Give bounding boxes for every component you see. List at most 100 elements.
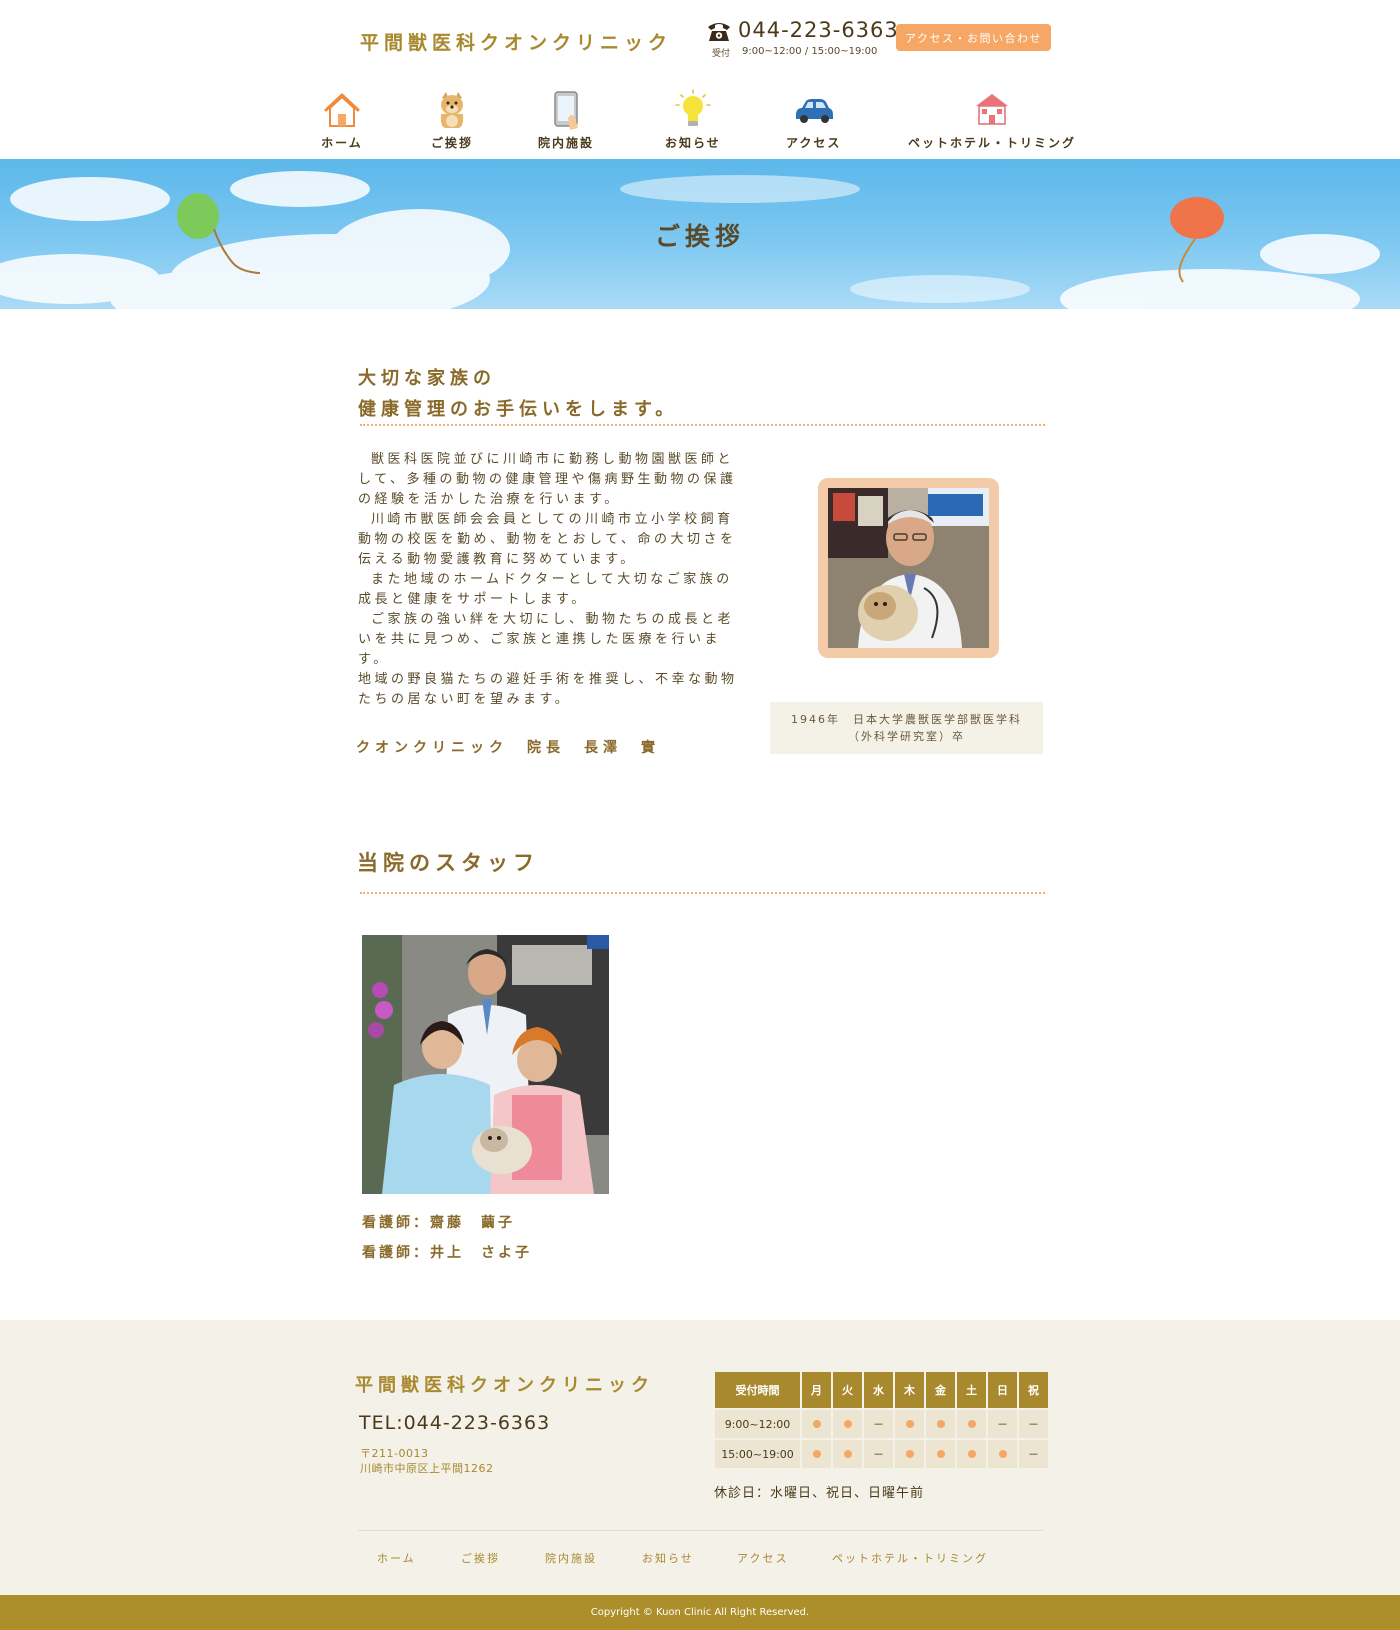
dog-icon [440, 92, 464, 128]
footer-logo[interactable]: 平間獣医科クオンクリニック [355, 1371, 654, 1397]
open-dot-cell [895, 1410, 924, 1438]
greeting-paragraph: ご家族の強い絆を大切にし、動物たちの成長と老いを共に見つめ、ご家族と連携した医療… [358, 612, 735, 667]
site-header: 平間獣医科クオンクリニック 044-223-6363 受付 9:00~12:00… [0, 0, 1400, 160]
copyright-text: Copyright © Kuon Clinic All Right Reserv… [590, 1607, 810, 1618]
open-dot-cell [926, 1440, 955, 1468]
day-header: 月 [802, 1372, 831, 1408]
nav-label: ホーム [321, 136, 363, 150]
footer-nav-pet-hotel[interactable]: ペットホテル・トリミング [832, 1550, 988, 1566]
director-signature: クオンクリニック 院長 長澤 實 [356, 740, 660, 756]
staff-group-photo [362, 935, 609, 1194]
day-header: 祝 [1019, 1372, 1048, 1408]
greeting-heading-line2: 健康管理のお手伝いをします。 [358, 399, 679, 420]
open-dot-icon [998, 1449, 1007, 1458]
footer-zip: 〒211-0013 [360, 1447, 429, 1460]
career-line: 1946年 日本大学農獣医学部獣医学科 [791, 713, 1022, 726]
director-photo-frame [818, 478, 999, 658]
nav-label: ペットホテル・トリミング [908, 136, 1077, 150]
site-logo[interactable]: 平間獣医科クオンクリニック [360, 28, 672, 55]
copyright-bar: Copyright © Kuon Clinic All Right Reserv… [0, 1595, 1400, 1630]
main-nav: ホーム ご挨拶 院内施設 お知らせ アクセス ペットホテル・トリミング [0, 88, 1400, 158]
closed-cell: － [864, 1410, 893, 1438]
open-dot-cell [988, 1440, 1017, 1468]
footer-nav-facilities[interactable]: 院内施設 [545, 1550, 597, 1566]
open-dot-cell [957, 1440, 986, 1468]
car-icon [795, 99, 833, 123]
open-dot-icon [812, 1449, 821, 1458]
header-phone-number[interactable]: 044-223-6363 [738, 18, 899, 42]
footer-nav-greeting[interactable]: ご挨拶 [461, 1550, 500, 1566]
nav-label: お知らせ [665, 136, 721, 150]
day-header: 木 [895, 1372, 924, 1408]
open-dot-icon [936, 1449, 945, 1458]
footer-nav-news[interactable]: お知らせ [642, 1550, 694, 1566]
open-dot-icon [967, 1419, 976, 1428]
open-dot-icon [936, 1419, 945, 1428]
hours-header-time: 受付時間 [715, 1372, 800, 1408]
closed-cell: － [988, 1410, 1017, 1438]
hours-row-time: 9:00~12:00 [715, 1410, 800, 1438]
hours-row-time: 15:00~19:00 [715, 1440, 800, 1468]
footer-nav-home[interactable]: ホーム [377, 1550, 416, 1566]
greeting-heading: 大切な家族の 健康管理のお手伝いをします。 [358, 363, 678, 425]
staff-heading: 当院のスタッフ [357, 851, 539, 875]
hours-row: 15:00~19:00 － － [715, 1440, 1048, 1468]
greeting-paragraph: 地域の野良猫たちの避妊手術を推奨し、不幸な動物たちの居ない町を望みます。 [358, 672, 738, 707]
footer-nav-access[interactable]: アクセス [737, 1550, 788, 1566]
open-dot-icon [812, 1419, 821, 1428]
greeting-paragraph: また地域のホームドクターとして大切なご家族の成長と健康をサポートします。 [358, 572, 733, 607]
closed-days-note: 休診日：水曜日、祝日、日曜午前 [714, 1486, 925, 1501]
closed-cell: － [1019, 1440, 1048, 1468]
nav-item-greeting[interactable]: ご挨拶 [430, 88, 474, 151]
hours-row: 9:00~12:00 －－－ [715, 1410, 1048, 1438]
open-dot-cell [833, 1440, 862, 1468]
staff-member: 看護師：齋藤 繭子 [362, 1215, 515, 1231]
nav-item-home[interactable]: ホーム [320, 88, 364, 151]
open-dot-cell [895, 1440, 924, 1468]
day-header: 日 [988, 1372, 1017, 1408]
career-line: （外科学研究室）卒 [848, 730, 965, 743]
open-dot-cell [926, 1410, 955, 1438]
greeting-heading-line1: 大切な家族の [358, 368, 496, 389]
footer-address: 川崎市中原区上平間1262 [360, 1462, 494, 1475]
footer-divider [358, 1530, 1043, 1531]
day-header: 土 [957, 1372, 986, 1408]
nav-item-pet-hotel[interactable]: ペットホテル・トリミング [908, 88, 1076, 151]
tablet-icon [554, 91, 578, 130]
reception-hours-table: 受付時間 月 火 水 木 金 土 日 祝 9:00~12:00 －－－ 15:00~… [713, 1370, 1050, 1470]
staff-member: 看護師：井上 さよ子 [362, 1245, 532, 1261]
page-title: ご挨拶 [654, 222, 745, 251]
day-header: 水 [864, 1372, 893, 1408]
house-icon [324, 93, 360, 127]
staff-divider [360, 892, 1045, 894]
day-header: 金 [926, 1372, 955, 1408]
greeting-paragraph: 獣医科医院並びに川崎市に勤務し動物園獣医師として、多種の動物の健康管理や傷病野生… [358, 452, 737, 507]
hours-table-header: 受付時間 月 火 水 木 金 土 日 祝 [715, 1372, 1048, 1408]
nav-label: 院内施設 [538, 136, 595, 150]
open-dot-cell [957, 1410, 986, 1438]
open-dot-cell [802, 1410, 831, 1438]
closed-cell: － [1019, 1410, 1048, 1438]
open-dot-icon [967, 1449, 976, 1458]
page-banner: ご挨拶 [0, 159, 1400, 309]
heading-divider [360, 424, 1045, 426]
nav-item-news[interactable]: お知らせ [665, 88, 721, 151]
director-career: 1946年 日本大学農獣医学部獣医学科 （外科学研究室）卒 [770, 702, 1043, 754]
day-header: 火 [833, 1372, 862, 1408]
greeting-body: 獣医科医院並びに川崎市に勤務し動物園獣医師として、多種の動物の健康管理や傷病野生… [358, 450, 743, 710]
greeting-paragraph: 川崎市獣医師会会員としての川崎市立小学校飼育動物の校医を勤め、動物をとおして、命… [358, 512, 737, 567]
open-dot-icon [843, 1449, 852, 1458]
nav-item-access[interactable]: アクセス [786, 88, 841, 151]
director-photo [828, 488, 989, 648]
site-footer: 平間獣医科クオンクリニック TEL:044-223-6363 〒211-0013… [0, 1320, 1400, 1595]
closed-cell: － [864, 1440, 893, 1468]
access-contact-button[interactable]: アクセス・お問い合わせ [896, 24, 1051, 51]
open-dot-icon [843, 1419, 852, 1428]
open-dot-icon [905, 1449, 914, 1458]
hours-label: 受付 [712, 49, 731, 59]
pet-hotel-icon [976, 94, 1008, 125]
footer-tel[interactable]: TEL:044-223-6363 [359, 1412, 550, 1434]
nav-item-facilities[interactable]: 院内施設 [538, 88, 594, 151]
telephone-icon [708, 23, 730, 41]
nav-label: アクセス [786, 136, 842, 150]
